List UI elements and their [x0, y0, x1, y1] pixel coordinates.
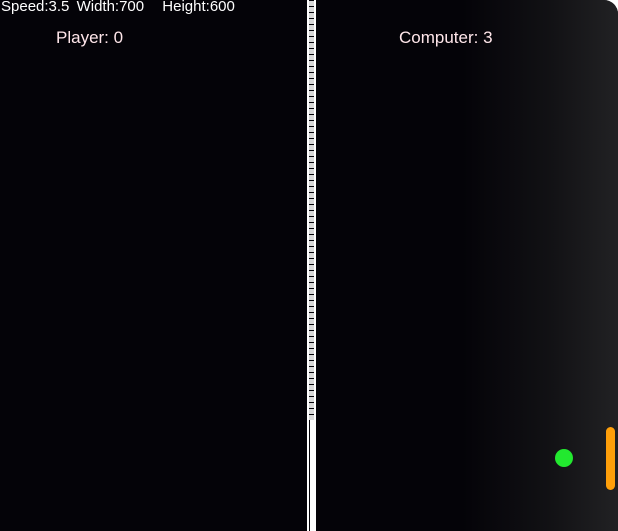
center-divider-right-edge [314, 0, 316, 420]
player-score: Player: 0 [56, 28, 124, 47]
game-stats: Speed:3.5 Width:700 Height:600 [0, 0, 235, 16]
ball [555, 449, 573, 467]
height-readout: Height:600 [162, 0, 235, 15]
computer-score: Computer: 3 [399, 28, 493, 47]
field-shadow [462, 0, 618, 531]
speed-readout: Speed:3.5 [1, 0, 70, 15]
width-readout: Width:700 [76, 0, 145, 15]
center-divider-lower [310, 420, 316, 531]
game-canvas[interactable]: Speed:3.5 Width:700 Height:600 Player: 0… [0, 0, 618, 531]
computer-paddle [606, 427, 615, 490]
